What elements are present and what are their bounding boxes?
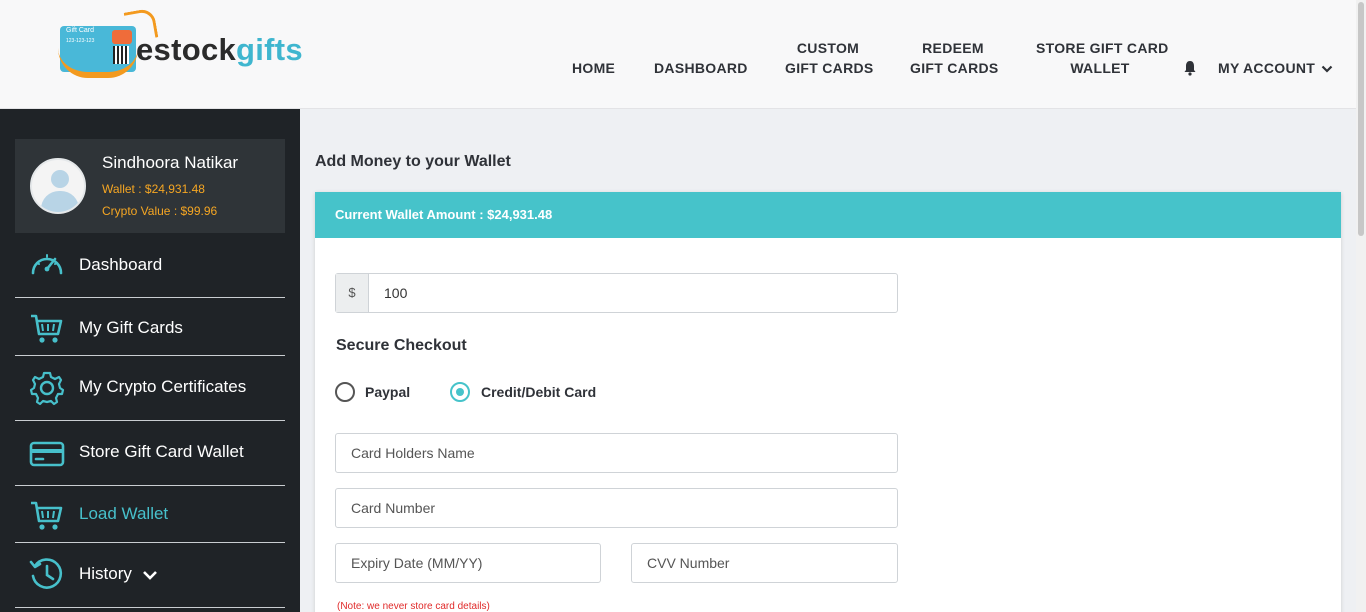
- speedometer-icon: [31, 254, 63, 275]
- estockgifts-logo[interactable]: Gift Card 123-123-123 estockgifts: [58, 7, 303, 78]
- chevron-down-icon: [1322, 66, 1333, 73]
- nav-custom-gift-cards[interactable]: CUSTOM GIFT CARDS: [785, 38, 874, 78]
- sidebar-item-load-wallet[interactable]: Load Wallet: [15, 486, 285, 543]
- avatar-body: [41, 191, 79, 212]
- top-header: Gift Card 123-123-123 estockgifts HOME D…: [0, 0, 1356, 109]
- logo-word-gifts: gifts: [236, 32, 303, 67]
- profile-crypto-value: Crypto Value : $99.96: [102, 204, 218, 218]
- avatar: [30, 158, 86, 214]
- secure-checkout-heading: Secure Checkout: [336, 337, 467, 354]
- nav-store-line2: WALLET: [1070, 60, 1130, 76]
- logo-qr-code: [113, 46, 129, 64]
- amount-input[interactable]: 100: [384, 274, 407, 312]
- sidebar-item-history[interactable]: History: [15, 543, 285, 608]
- profile-wallet-balance: Wallet : $24,931.48: [102, 182, 205, 196]
- card-number-input[interactable]: [335, 488, 898, 528]
- nav-redeem-line2: GIFT CARDS: [910, 60, 999, 76]
- page-title: Add Money to your Wallet: [315, 153, 511, 170]
- sidebar-item-label: Dashboard: [79, 255, 163, 274]
- bell-icon[interactable]: [1183, 60, 1197, 76]
- currency-addon: $: [336, 274, 369, 312]
- current-wallet-amount: Current Wallet Amount : $24,931.48: [315, 192, 1341, 238]
- nav-my-account-label: MY ACCOUNT: [1218, 60, 1316, 76]
- nav-home[interactable]: HOME: [572, 58, 615, 78]
- sidebar-item-label: Load Wallet: [79, 504, 169, 523]
- sidebar-item-dashboard[interactable]: Dashboard: [15, 233, 285, 298]
- gear-icon: [29, 371, 65, 406]
- avatar-head: [51, 170, 69, 188]
- amount-input-group[interactable]: $ 100: [335, 273, 898, 313]
- nav-store-line1: STORE GIFT CARD: [1036, 40, 1169, 56]
- sidebar-item-label: Store Gift Card Wallet: [79, 442, 244, 461]
- history-icon: [29, 558, 63, 589]
- nav-dashboard[interactable]: DASHBOARD: [654, 58, 748, 78]
- expiry-date-input[interactable]: [335, 543, 601, 583]
- card-holder-name-input[interactable]: [335, 433, 898, 473]
- sidebar-item-my-gift-cards[interactable]: My Gift Cards: [15, 298, 285, 356]
- logo-word-estock: estock: [136, 32, 237, 67]
- cvv-number-input[interactable]: [631, 543, 898, 583]
- credit-card-icon: [29, 441, 65, 467]
- logo-card-number: 123-123-123: [66, 38, 95, 44]
- sidebar-item-my-crypto-certificates[interactable]: My Crypto Certificates: [15, 356, 285, 421]
- cart-icon: [31, 501, 63, 530]
- sidebar: Sindhoora Natikar Wallet : $24,931.48 Cr…: [0, 109, 300, 612]
- logo-wordmark: estockgifts: [136, 32, 303, 68]
- nav-redeem-line1: REDEEM: [922, 40, 984, 56]
- scrollbar-thumb[interactable]: [1358, 2, 1364, 236]
- sidebar-item-label: History: [79, 564, 132, 583]
- paypal-radio[interactable]: [335, 382, 355, 402]
- nav-store-gift-card-wallet[interactable]: STORE GIFT CARD WALLET: [1036, 38, 1169, 78]
- sidebar-item-label: My Crypto Certificates: [79, 377, 247, 396]
- sidebar-item-label: My Gift Cards: [79, 318, 183, 337]
- profile-card: Sindhoora Natikar Wallet : $24,931.48 Cr…: [15, 139, 285, 233]
- nav-custom-line1: CUSTOM: [796, 40, 860, 56]
- page-scrollbar[interactable]: [1356, 0, 1366, 612]
- nav-my-account[interactable]: MY ACCOUNT: [1218, 58, 1333, 78]
- card-security-note: (Note: we never store card details): [337, 601, 490, 612]
- logo-card-text: Gift Card: [66, 27, 95, 34]
- add-money-panel: Current Wallet Amount : $24,931.48 $ 100…: [315, 192, 1341, 612]
- nav-redeem-gift-cards[interactable]: REDEEM GIFT CARDS: [910, 38, 999, 78]
- nav-custom-line2: GIFT CARDS: [785, 60, 874, 76]
- sidebar-item-store-gift-card-wallet[interactable]: Store Gift Card Wallet: [15, 421, 285, 486]
- chevron-down-icon: [143, 571, 157, 580]
- credit-debit-card-radio-label[interactable]: Credit/Debit Card: [481, 384, 596, 400]
- paypal-radio-label[interactable]: Paypal: [365, 384, 410, 400]
- credit-debit-card-radio[interactable]: [450, 382, 470, 402]
- profile-name: Sindhoora Natikar: [102, 153, 239, 172]
- cart-icon: [31, 314, 63, 343]
